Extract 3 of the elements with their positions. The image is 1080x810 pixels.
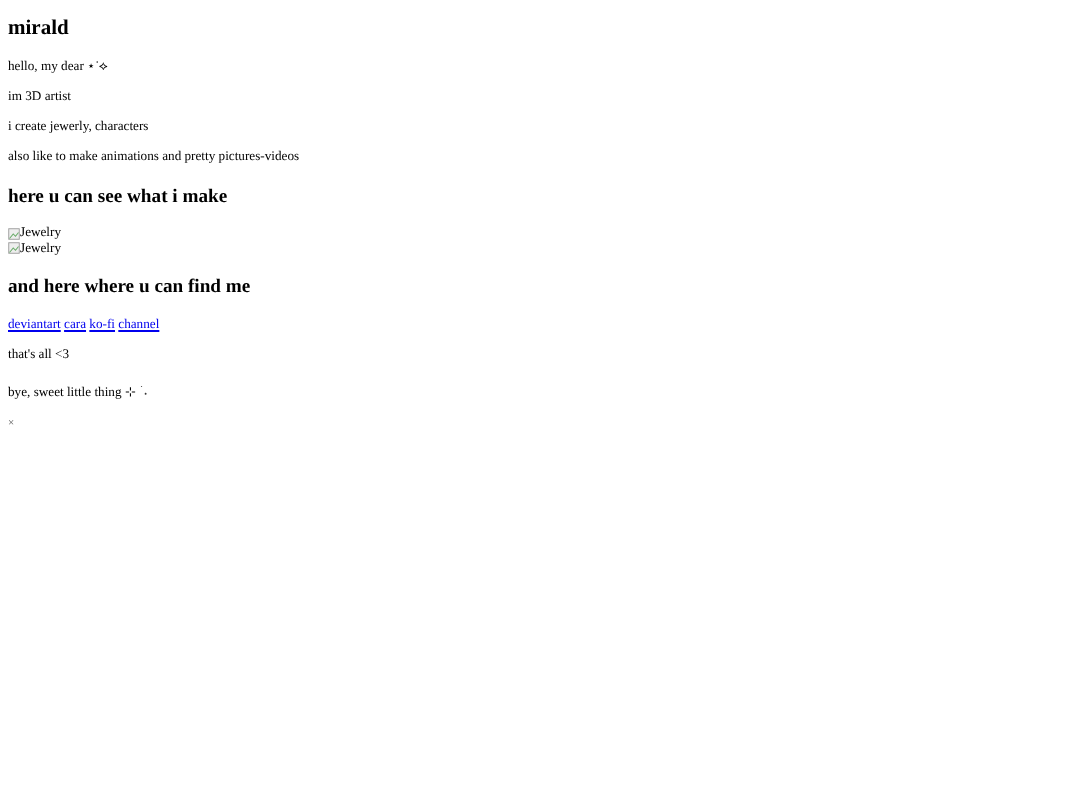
page-title: mirald: [8, 18, 71, 40]
section-heading: and here where u can find me: [8, 276, 253, 298]
section-heading: here u can see what i make: [8, 186, 230, 208]
